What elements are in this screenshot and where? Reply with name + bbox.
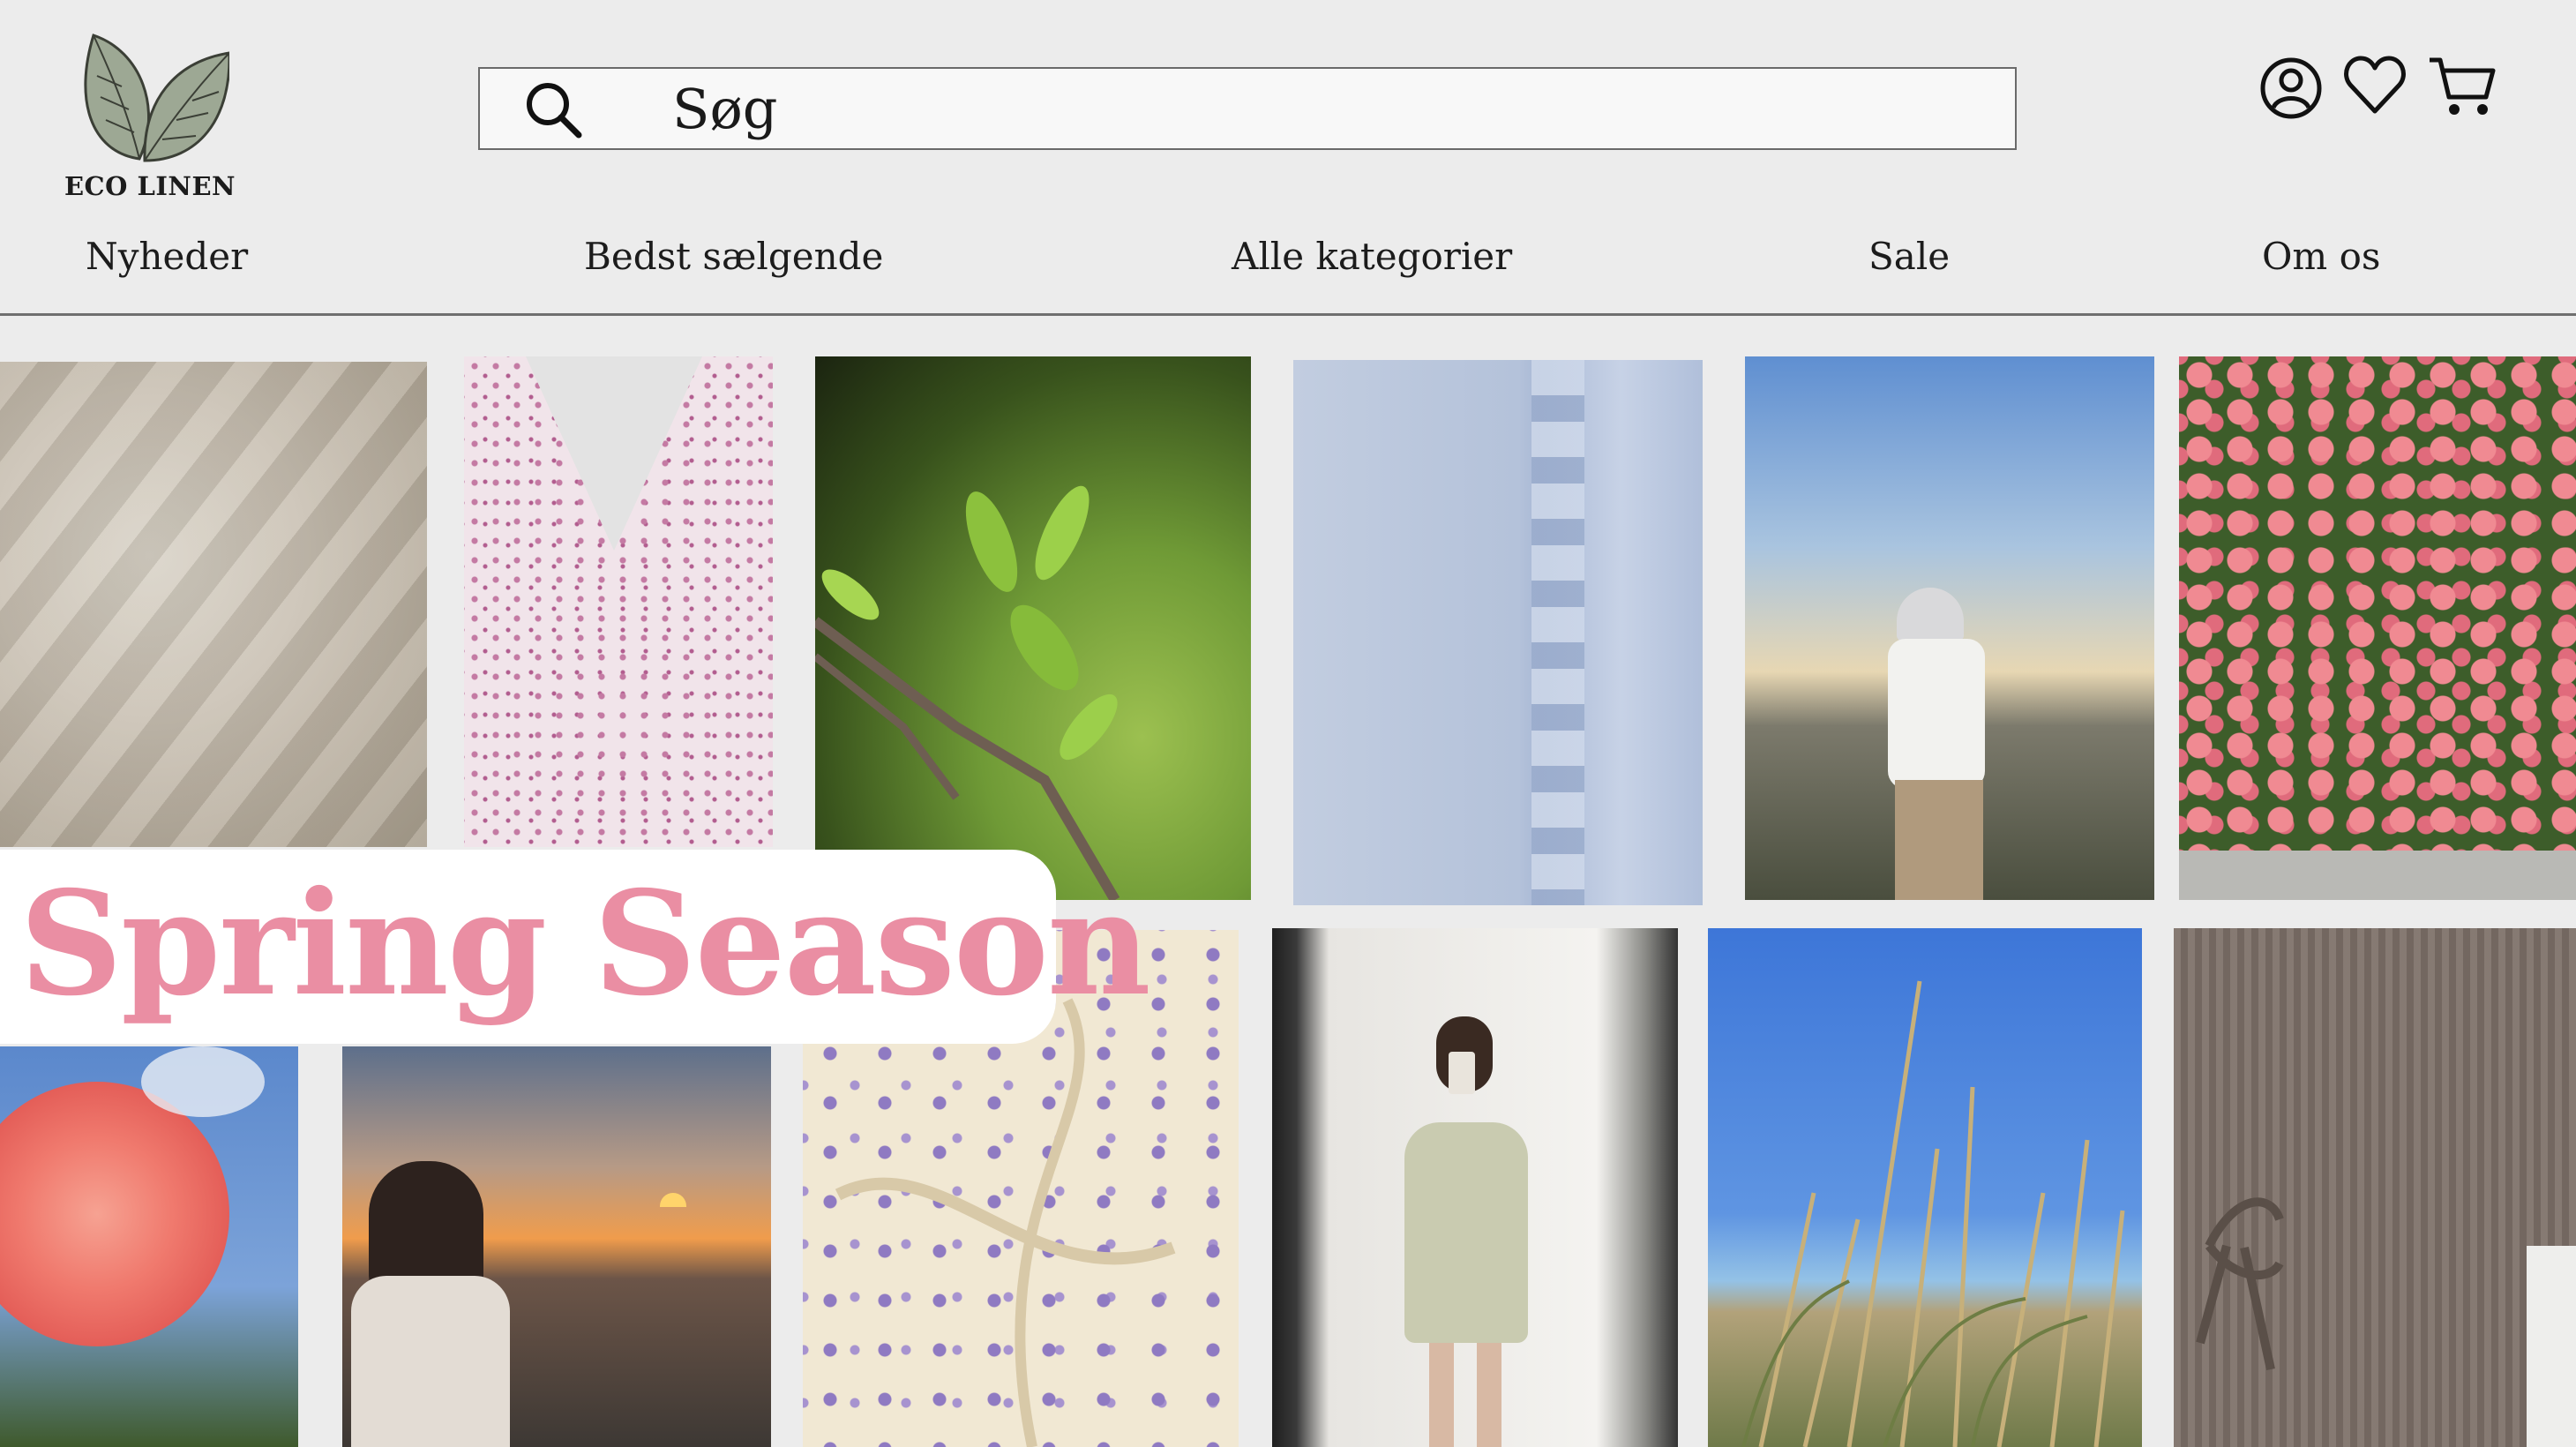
spring-season-banner[interactable]: Spring Season xyxy=(0,850,1151,1044)
search-bar[interactable] xyxy=(478,67,2017,150)
gallery-image-spring-branch[interactable] xyxy=(815,356,1251,900)
gallery-image-floral-dress-selfie[interactable] xyxy=(1272,928,1678,1447)
site-header: ECO LINEN Nyheder Bedst sælgende Alle ka… xyxy=(0,0,2576,316)
gallery-image-beach-grass[interactable] xyxy=(1708,928,2142,1447)
brand-logo[interactable]: ECO LINEN xyxy=(62,28,238,205)
brand-name: ECO LINEN xyxy=(64,171,236,201)
gallery-image-red-rose[interactable] xyxy=(0,1046,298,1447)
account-icon[interactable] xyxy=(2260,55,2322,122)
nav-item-sale[interactable]: Sale xyxy=(1868,235,1950,278)
heart-icon[interactable] xyxy=(2343,55,2407,116)
gallery-image-woman-mountain[interactable] xyxy=(1745,356,2154,900)
gallery-image-oleander-tree[interactable] xyxy=(2179,356,2576,900)
nav-item-alle-kategorier[interactable]: Alle kategorier xyxy=(1232,235,1512,278)
banner-title: Spring Season xyxy=(19,860,1151,1028)
nav-item-bedst-saelgende[interactable]: Bedst sælgende xyxy=(584,235,883,278)
search-icon[interactable] xyxy=(524,80,584,140)
gallery-image-brown-cardigan[interactable] xyxy=(2174,928,2576,1447)
leaf-logo-icon xyxy=(84,34,229,162)
nav-item-nyheder[interactable]: Nyheder xyxy=(86,235,248,278)
nav-item-om-os[interactable]: Om os xyxy=(2262,235,2380,278)
gallery-image-linen[interactable] xyxy=(0,362,427,847)
gallery-image-pink-floral-dress[interactable] xyxy=(464,356,773,847)
cart-icon[interactable] xyxy=(2428,55,2497,120)
gallery-image-woman-sunset[interactable] xyxy=(342,1046,771,1447)
search-input[interactable] xyxy=(672,74,1978,143)
gallery-image-blue-ruffle-fabric[interactable] xyxy=(1293,360,1703,905)
